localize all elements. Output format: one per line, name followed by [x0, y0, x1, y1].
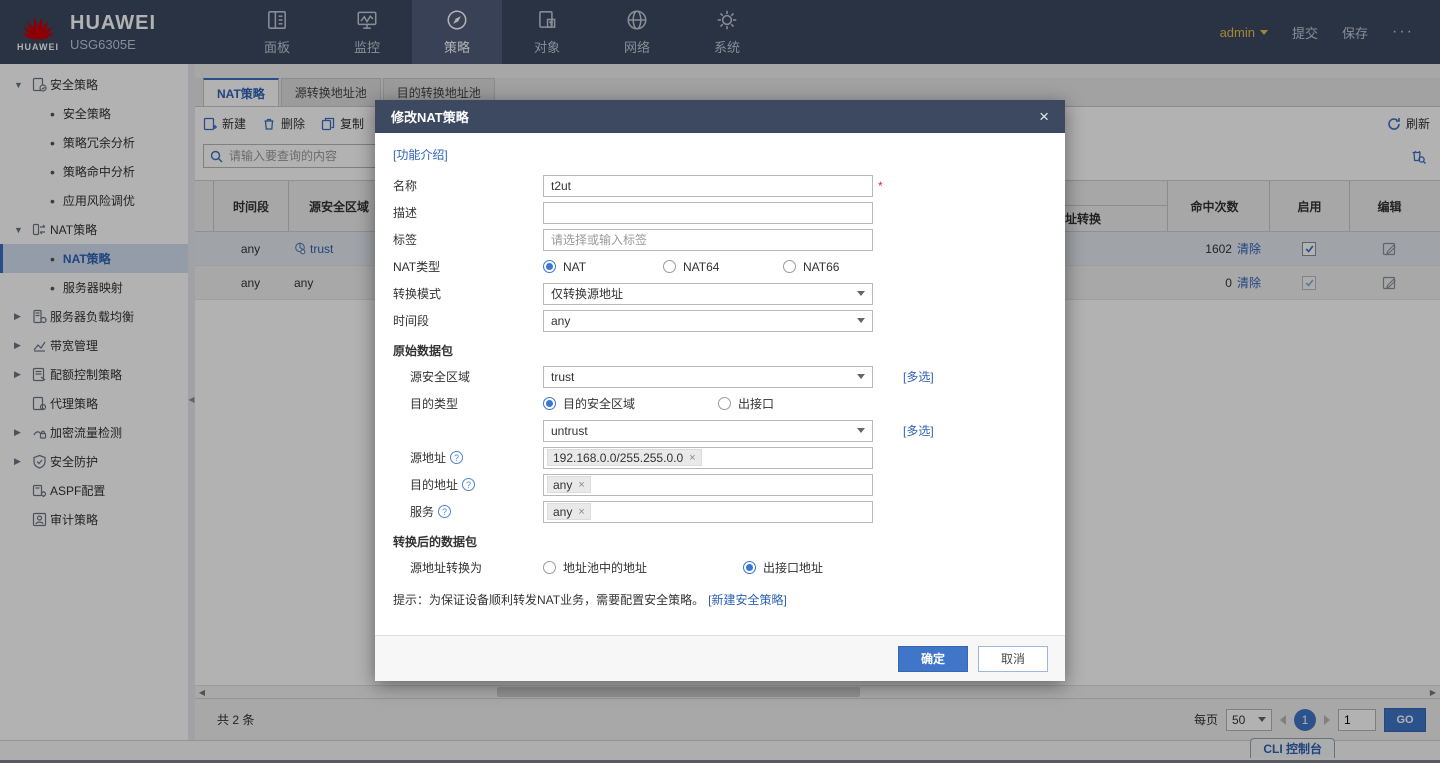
time-range-label: 时间段 — [393, 312, 543, 329]
original-packet-header: 原始数据包 — [375, 337, 1065, 363]
source-address-label: 源地址 — [410, 449, 446, 466]
source-translate-label: 源地址转换为 — [393, 559, 543, 576]
nat-type-label: NAT类型 — [393, 258, 543, 275]
form-row-source-address: 源地址? 192.168.0.0/255.255.0.0× — [375, 444, 1065, 471]
close-icon[interactable]: × — [1039, 107, 1049, 127]
radio-icon — [663, 260, 676, 273]
form-row-source-translate-to: 源地址转换为 地址池中的地址 出接口地址 — [375, 554, 1065, 581]
radio-icon — [783, 260, 796, 273]
form-row-dest-type: 目的类型 目的安全区域 出接口 — [375, 390, 1065, 417]
form-row-dest-address: 目的地址? any× — [375, 471, 1065, 498]
cancel-button[interactable]: 取消 — [978, 646, 1048, 672]
dest-address-label: 目的地址 — [410, 476, 458, 493]
source-zone-label: 源安全区域 — [393, 368, 543, 385]
source-zone-select[interactable]: trust — [543, 366, 873, 388]
name-input[interactable] — [543, 175, 873, 197]
service-input[interactable]: any× — [543, 501, 873, 523]
dest-zone-select[interactable]: untrust — [543, 420, 873, 442]
address-token: any× — [547, 476, 591, 493]
tag-input[interactable] — [543, 229, 873, 251]
form-row-time-range: 时间段 any — [375, 307, 1065, 334]
chevron-down-icon — [857, 318, 865, 323]
mode-label: 转换模式 — [393, 285, 543, 302]
radio-out-interface[interactable]: 出接口 — [718, 395, 774, 412]
translated-packet-header: 转换后的数据包 — [375, 528, 1065, 554]
dialog-body: [功能介绍] 名称 * 描述 标签 NAT类型 NAT NAT64 NAT66 … — [375, 133, 1065, 635]
remove-token-icon[interactable]: × — [578, 479, 584, 491]
form-row-tag: 标签 — [375, 226, 1065, 253]
description-label: 描述 — [393, 204, 543, 221]
dest-type-label: 目的类型 — [393, 395, 543, 412]
remove-token-icon[interactable]: × — [689, 452, 695, 464]
ok-button[interactable]: 确定 — [898, 646, 968, 672]
source-zone-multi-link[interactable]: [多选] — [903, 368, 934, 385]
dest-address-input[interactable]: any× — [543, 474, 873, 496]
radio-address-pool[interactable]: 地址池中的地址 — [543, 559, 743, 576]
chevron-down-icon — [857, 374, 865, 379]
dialog-footer: 确定 取消 — [375, 635, 1065, 681]
radio-icon — [718, 397, 731, 410]
radio-icon — [543, 561, 556, 574]
form-row-dest-zone: untrust [多选] — [375, 417, 1065, 444]
form-row-source-zone: 源安全区域 trust [多选] — [375, 363, 1065, 390]
tip-text: 提示：为保证设备顺利转发NAT业务，需要配置安全策略。 — [393, 591, 704, 608]
radio-dest-zone[interactable]: 目的安全区域 — [543, 395, 718, 412]
form-row-mode: 转换模式 仅转换源地址 — [375, 280, 1065, 307]
radio-nat64[interactable]: NAT64 — [663, 260, 783, 274]
modify-nat-policy-dialog: 修改NAT策略 × [功能介绍] 名称 * 描述 标签 NAT类型 NAT NA… — [375, 100, 1065, 681]
name-label: 名称 — [393, 177, 543, 194]
radio-selected-icon — [743, 561, 756, 574]
radio-out-interface-address[interactable]: 出接口地址 — [743, 559, 823, 576]
help-icon[interactable]: ? — [462, 478, 475, 491]
chevron-down-icon — [857, 291, 865, 296]
radio-selected-icon — [543, 397, 556, 410]
service-label: 服务 — [410, 503, 434, 520]
feature-intro-link[interactable]: [功能介绍] — [393, 148, 448, 162]
tag-label: 标签 — [393, 231, 543, 248]
mode-select[interactable]: 仅转换源地址 — [543, 283, 873, 305]
chevron-down-icon — [857, 428, 865, 433]
dest-zone-multi-link[interactable]: [多选] — [903, 422, 934, 439]
address-token: 192.168.0.0/255.255.0.0× — [547, 449, 702, 466]
form-row-nat-type: NAT类型 NAT NAT64 NAT66 — [375, 253, 1065, 280]
radio-nat[interactable]: NAT — [543, 260, 663, 274]
dialog-header: 修改NAT策略 × — [375, 100, 1065, 133]
time-range-select[interactable]: any — [543, 310, 873, 332]
description-input[interactable] — [543, 202, 873, 224]
service-token: any× — [547, 503, 591, 520]
help-icon[interactable]: ? — [438, 505, 451, 518]
form-row-name: 名称 * — [375, 172, 1065, 199]
dialog-title: 修改NAT策略 — [391, 107, 469, 126]
form-row-service: 服务? any× — [375, 498, 1065, 525]
new-security-policy-link[interactable]: [新建安全策略] — [708, 591, 787, 608]
source-address-input[interactable]: 192.168.0.0/255.255.0.0× — [543, 447, 873, 469]
radio-nat66[interactable]: NAT66 — [783, 260, 839, 274]
tip-row: 提示：为保证设备顺利转发NAT业务，需要配置安全策略。 [新建安全策略] — [375, 591, 1065, 608]
form-row-description: 描述 — [375, 199, 1065, 226]
radio-selected-icon — [543, 260, 556, 273]
required-asterisk: * — [878, 179, 883, 193]
remove-token-icon[interactable]: × — [578, 506, 584, 518]
help-icon[interactable]: ? — [450, 451, 463, 464]
